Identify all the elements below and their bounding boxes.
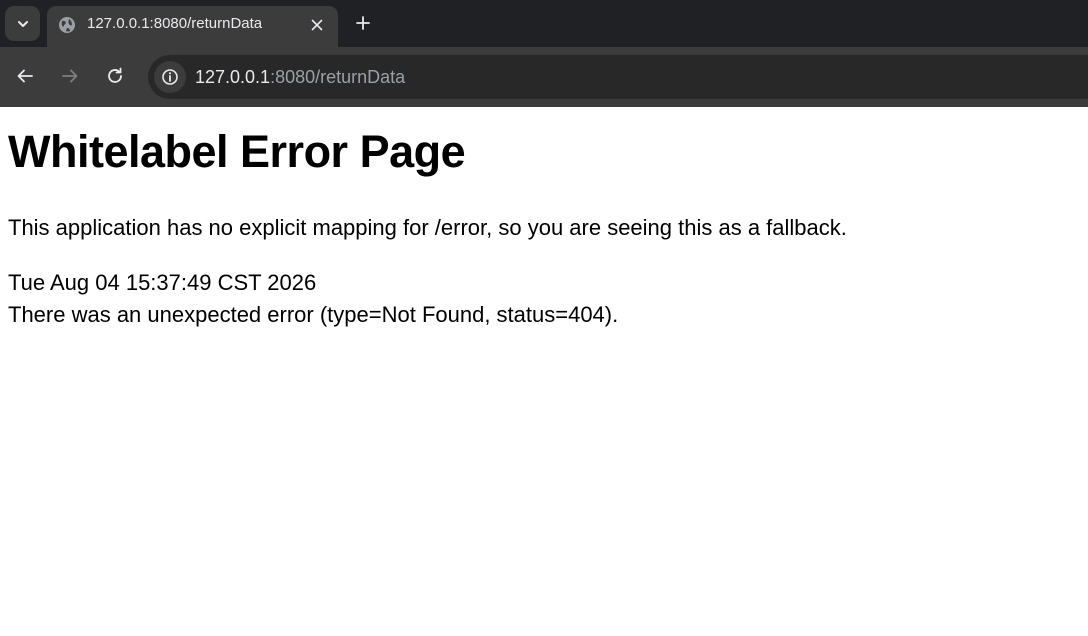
arrow-left-icon — [16, 67, 34, 85]
tab-title: 127.0.0.1:8080/returnData — [87, 15, 263, 32]
back-button[interactable] — [12, 63, 38, 89]
chevron-down-icon — [16, 17, 30, 31]
reload-icon — [106, 67, 124, 85]
close-icon — [311, 19, 323, 31]
site-info-button[interactable] — [154, 61, 186, 93]
page-title: Whitelabel Error Page — [8, 126, 466, 177]
plus-icon — [355, 15, 371, 31]
tab-search-button[interactable] — [5, 6, 40, 41]
globe-icon — [58, 16, 76, 34]
tab-active[interactable]: 127.0.0.1:8080/returnData — [47, 6, 338, 47]
browser-window: 127.0.0.1:8080/returnData 127.0.0.1:8080… — [0, 0, 1088, 636]
info-icon — [161, 68, 179, 86]
page-content: Whitelabel Error Page This application h… — [0, 107, 1088, 636]
arrow-right-icon — [61, 67, 79, 85]
new-tab-button[interactable] — [352, 12, 374, 34]
url-host: 127.0.0.1 — [195, 67, 271, 87]
error-timestamp: Tue Aug 04 15:37:49 CST 2026 — [8, 270, 317, 295]
address-bar[interactable]: 127.0.0.1:8080/returnData — [148, 55, 1088, 99]
error-detail: There was an unexpected error (type=Not … — [8, 302, 619, 327]
tab-close-button[interactable] — [307, 15, 327, 35]
reload-button[interactable] — [102, 63, 128, 89]
error-message: This application has no explicit mapping… — [8, 215, 847, 240]
url-text[interactable]: 127.0.0.1:8080/returnData — [195, 66, 405, 88]
toolbar: 127.0.0.1:8080/returnData — [0, 47, 1088, 107]
tab-strip: 127.0.0.1:8080/returnData — [0, 0, 1088, 47]
forward-button[interactable] — [57, 63, 83, 89]
url-path: :8080/returnData — [270, 67, 406, 87]
